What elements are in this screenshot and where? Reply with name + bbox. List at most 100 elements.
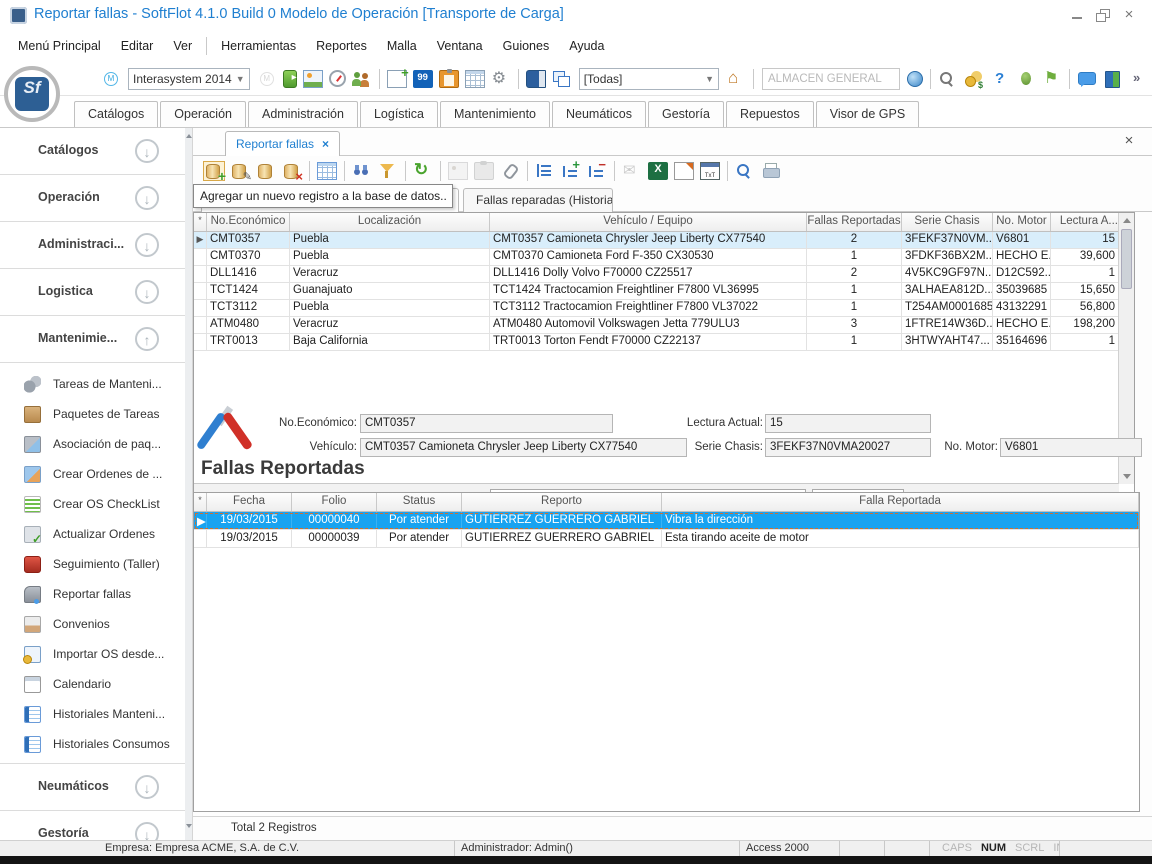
restore-button[interactable] <box>1092 6 1114 24</box>
users-button[interactable] <box>352 70 372 88</box>
column-header[interactable]: No.Económico <box>207 213 290 231</box>
sidebar-item[interactable]: Reportar fallas <box>0 579 185 609</box>
vehicle-row[interactable]: TCT3112 Puebla TCT3112 Tractocamion Frei… <box>194 300 1134 317</box>
globe-button[interactable] <box>907 71 923 87</box>
sidebar-section[interactable]: Neumáticos ↓ <box>0 764 185 811</box>
no-economico-field[interactable]: CMT0357 <box>360 414 613 433</box>
add-record-button[interactable] <box>204 162 224 180</box>
home-button[interactable] <box>726 70 746 88</box>
pictures-button[interactable] <box>303 70 323 88</box>
menu-item[interactable]: Editar <box>111 34 164 58</box>
document-tab-reportar-fallas[interactable]: Reportar fallas× <box>225 131 340 156</box>
column-header[interactable]: No. Motor <box>993 213 1051 231</box>
delete-record-button[interactable] <box>282 162 302 180</box>
scrollbar-thumb[interactable] <box>1121 229 1132 289</box>
help-button[interactable] <box>990 70 1010 88</box>
database-button[interactable] <box>256 162 276 180</box>
profile-combo[interactable]: Interasystem 2014▼ <box>128 68 250 90</box>
menu-item[interactable]: Guiones <box>493 34 560 58</box>
minimize-button[interactable] <box>1066 6 1088 24</box>
sidebar-section[interactable]: Gestoría ↓ <box>0 811 185 840</box>
sidebar-item[interactable]: Crear Ordenes de ... <box>0 459 185 489</box>
section-arrow-icon[interactable]: ↑ <box>135 327 159 351</box>
column-header[interactable]: Serie Chasis <box>902 213 993 231</box>
panel-splitter[interactable] <box>185 128 193 840</box>
expand-all-button[interactable] <box>561 162 581 180</box>
print-preview-button[interactable] <box>735 162 755 180</box>
menu-item[interactable]: Menú Principal <box>8 34 111 58</box>
subtab-fallas-reparadas[interactable]: Fallas reparadas (Historia) <box>463 188 613 212</box>
chat-button[interactable] <box>1077 70 1097 88</box>
settings-gear-icon[interactable] <box>491 70 511 88</box>
almacen-input[interactable] <box>762 68 900 90</box>
edit-record-button[interactable] <box>230 162 250 180</box>
tree-view-button[interactable] <box>535 162 555 180</box>
sidebar-section[interactable]: Catálogos ↓ <box>0 128 185 175</box>
filter-funnel-button[interactable] <box>378 162 398 180</box>
search-tools-button[interactable] <box>938 70 958 88</box>
section-arrow-icon[interactable]: ↓ <box>135 233 159 257</box>
module-tab[interactable]: Repuestos <box>726 101 814 127</box>
table-view-button[interactable] <box>465 70 485 88</box>
sidebar-item[interactable]: Seguimiento (Taller) <box>0 549 185 579</box>
menu-item[interactable]: Ayuda <box>559 34 614 58</box>
module-tab[interactable]: Mantenimiento <box>440 101 550 127</box>
debug-bug-button[interactable] <box>1016 70 1036 88</box>
module-tab[interactable]: Administración <box>248 101 358 127</box>
sidebar-item[interactable]: Tareas de Manteni... <box>0 369 185 399</box>
module-tab[interactable]: Neumáticos <box>552 101 646 127</box>
sidebar-item[interactable]: Actualizar Ordenes <box>0 519 185 549</box>
grid-view-button[interactable] <box>317 162 337 180</box>
sidebar-item[interactable]: Calendario <box>0 669 185 699</box>
no-motor-field[interactable]: V6801 <box>1000 438 1142 457</box>
sidebar-section[interactable]: Mantenimie... ↑ <box>0 316 185 363</box>
vehicle-row[interactable]: ATM0480 Veracruz ATM0480 Automovil Volks… <box>194 317 1134 334</box>
sidebar-section[interactable]: Administraci... ↓ <box>0 222 185 269</box>
menu-item[interactable]: Ventana <box>427 34 493 58</box>
export-note-button[interactable] <box>674 162 694 180</box>
sidebar-item[interactable]: Paquetes de Tareas <box>0 399 185 429</box>
tasks-clipboard-button[interactable] <box>439 70 459 88</box>
menu-item[interactable]: Reportes <box>306 34 377 58</box>
menu-item[interactable]: Malla <box>377 34 427 58</box>
module-tab[interactable]: Operación <box>160 101 246 127</box>
sidebar-item[interactable]: Historiales Consumos <box>0 729 185 759</box>
sidebar-section[interactable]: Operación ↓ <box>0 175 185 222</box>
lectura-actual-field[interactable]: 15 <box>765 414 931 433</box>
attachment-button[interactable] <box>500 162 520 180</box>
more-buttons-chevron[interactable] <box>1129 70 1149 88</box>
sidebar-item[interactable]: Convenios <box>0 609 185 639</box>
vehicle-row[interactable]: DLL1416 Veracruz DLL1416 Dolly Volvo F70… <box>194 266 1134 283</box>
scroll-down-icon[interactable] <box>1123 474 1131 479</box>
windows-copy-button[interactable] <box>552 70 572 88</box>
close-button[interactable]: × <box>1118 6 1140 24</box>
module-tab[interactable]: Gestoría <box>648 101 724 127</box>
section-arrow-icon[interactable]: ↓ <box>135 280 159 304</box>
scroll-up-icon[interactable] <box>1123 218 1131 223</box>
sidebar-item[interactable]: Crear OS CheckList <box>0 489 185 519</box>
falla-row[interactable]: ▶ 19/03/2015 00000040 Por atender GUTIER… <box>194 512 1139 530</box>
column-header[interactable]: Falla Reportada <box>662 493 1139 511</box>
module-tab[interactable]: Visor de GPS <box>816 101 920 127</box>
vehicle-row[interactable]: CMT0370 Puebla CMT0370 Camioneta Ford F-… <box>194 249 1134 266</box>
sidebar-item[interactable]: Importar OS desde... <box>0 639 185 669</box>
print-button[interactable] <box>761 162 781 180</box>
document-close-icon[interactable]: × <box>1120 132 1138 149</box>
sidebar-section[interactable]: Logistica ↓ <box>0 269 185 316</box>
new-document-button[interactable] <box>387 70 407 88</box>
collapse-all-button[interactable] <box>587 162 607 180</box>
vehiculo-field[interactable]: CMT0357 Camioneta Chrysler Jeep Liberty … <box>360 438 687 457</box>
column-header[interactable]: Folio <box>292 493 377 511</box>
section-arrow-icon[interactable]: ↓ <box>135 139 159 163</box>
column-header[interactable]: Vehículo / Equipo <box>490 213 807 231</box>
column-header[interactable]: Status <box>377 493 462 511</box>
catalog-book-button[interactable] <box>526 70 546 88</box>
vehicle-row[interactable]: ▶ CMT0357 Puebla CMT0357 Camioneta Chrys… <box>194 232 1134 249</box>
module-tab[interactable]: Logística <box>360 101 438 127</box>
vehicle-row[interactable]: TCT1424 Guanajuato TCT1424 Tractocamion … <box>194 283 1134 300</box>
sidebar-item[interactable]: Historiales Manteni... <box>0 699 185 729</box>
sidebar-item[interactable]: Asociación de paq... <box>0 429 185 459</box>
exit-door-button[interactable] <box>1103 70 1123 88</box>
falla-row[interactable]: 19/03/2015 00000039 Por atender GUTIERRE… <box>194 530 1139 548</box>
column-header[interactable]: Lectura A... <box>1051 213 1119 231</box>
